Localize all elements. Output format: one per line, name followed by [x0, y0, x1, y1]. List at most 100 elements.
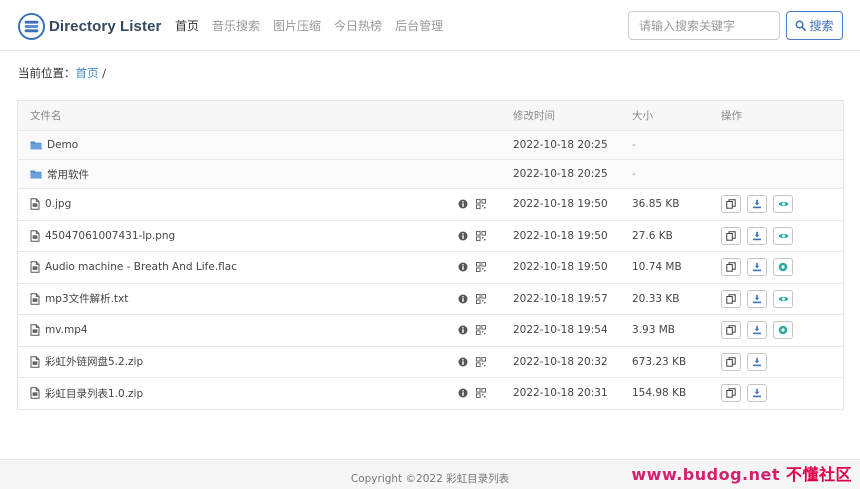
file-name-cell[interactable]: mv.mp4 [30, 315, 88, 346]
download-button[interactable] [747, 352, 767, 371]
row-actions [721, 252, 799, 283]
file-meta-actions [458, 378, 486, 409]
file-name[interactable]: 0.jpg [45, 198, 71, 210]
modified-time: 2022-10-18 19:54 [513, 324, 608, 337]
table-row[interactable]: Audio machine - Breath And Life.flac 2022… [18, 251, 843, 283]
watermark-url: www.budog.net [631, 465, 780, 484]
copy-link-button[interactable] [721, 352, 741, 371]
file-meta-actions [458, 347, 486, 378]
file-meta-actions [458, 221, 486, 252]
watermark-cn: 不懂社区 [785, 465, 852, 484]
info-icon[interactable] [458, 262, 468, 272]
info-icon[interactable] [458, 325, 468, 335]
file-size: - [632, 139, 636, 151]
info-icon[interactable] [458, 388, 468, 398]
watermark: www.budog.net 不懂社区 [631, 461, 852, 485]
nav-item-hot-list[interactable]: 今日热榜 [334, 17, 382, 34]
file-meta-actions [458, 284, 486, 315]
play-button[interactable] [773, 258, 793, 277]
file-size: 3.93 MB [632, 324, 675, 337]
download-icon [752, 325, 762, 335]
folder-name-cell[interactable]: 常用软件 [30, 160, 89, 188]
folder-name-cell[interactable]: Demo [30, 131, 78, 159]
search-button[interactable]: 搜索 [786, 11, 843, 40]
table-row[interactable]: 45047061007431-lp.png 2022-10-18 19:50 27.… [18, 219, 843, 252]
nav-item-home[interactable]: 首页 [175, 17, 199, 34]
folder-name[interactable]: 常用软件 [47, 167, 89, 182]
info-icon[interactable] [458, 357, 468, 367]
qrcode-icon[interactable] [476, 388, 486, 399]
download-button[interactable] [747, 226, 767, 245]
logo-icon [18, 12, 45, 40]
search-button-label: 搜索 [809, 19, 834, 33]
copy-link-button[interactable] [721, 195, 741, 214]
header-name: 文件名 [30, 110, 62, 122]
search-input[interactable] [628, 11, 780, 40]
breadcrumb-home[interactable]: 首页 [76, 66, 99, 80]
file-name[interactable]: Audio machine - Breath And Life.flac [45, 261, 237, 273]
image-file-icon [30, 229, 40, 242]
video-file-icon [30, 324, 40, 337]
preview-button[interactable] [773, 289, 793, 308]
table-row[interactable]: mp3文件解析.txt 2022-10-18 19:57 20.33 KB [18, 282, 843, 315]
copy-link-button[interactable] [721, 384, 741, 403]
file-name-cell[interactable]: Audio machine - Breath And Life.flac [30, 252, 237, 283]
file-size: 27.6 KB [632, 229, 673, 242]
eye-icon [778, 200, 789, 208]
table-row[interactable]: 常用软件 2022-10-18 20:25 - [18, 159, 843, 188]
copy-icon [726, 262, 736, 272]
copy-link-button[interactable] [721, 226, 741, 245]
file-name[interactable]: mp3文件解析.txt [45, 291, 128, 306]
image-file-icon [30, 198, 40, 211]
folder-name[interactable]: Demo [47, 139, 78, 151]
download-icon [752, 199, 762, 209]
table-row[interactable]: Demo 2022-10-18 20:25 - [18, 130, 843, 159]
copy-link-button[interactable] [721, 289, 741, 308]
nav-item-admin[interactable]: 后台管理 [395, 17, 443, 34]
download-button[interactable] [747, 289, 767, 308]
table-row[interactable]: 0.jpg 2022-10-18 19:50 36.85 KB [18, 188, 843, 220]
table-row[interactable]: 彩虹目录列表1.0.zip 2022-10-18 20:31 154.98 KB [18, 377, 843, 409]
copy-icon [726, 231, 736, 241]
file-name[interactable]: 彩虹目录列表1.0.zip [45, 386, 143, 401]
nav-item-image-compress[interactable]: 图片压缩 [273, 17, 321, 34]
info-icon[interactable] [458, 231, 468, 241]
download-button[interactable] [747, 258, 767, 277]
file-name[interactable]: 彩虹外链网盘5.2.zip [45, 354, 143, 369]
brand[interactable]: Directory Lister [18, 12, 161, 40]
file-name[interactable]: mv.mp4 [45, 324, 88, 336]
file-name-cell[interactable]: mp3文件解析.txt [30, 284, 128, 315]
preview-button[interactable] [773, 195, 793, 214]
file-size: 36.85 KB [632, 198, 680, 211]
file-size: 20.33 KB [632, 292, 680, 305]
file-name-cell[interactable]: 0.jpg [30, 189, 71, 220]
info-icon[interactable] [458, 199, 468, 209]
table-row[interactable]: 彩虹外链网盘5.2.zip 2022-10-18 20:32 673.23 KB [18, 345, 843, 378]
row-actions [721, 315, 799, 346]
file-name-cell[interactable]: 45047061007431-lp.png [30, 221, 175, 252]
copy-link-button[interactable] [721, 321, 741, 340]
download-button[interactable] [747, 321, 767, 340]
qrcode-icon[interactable] [476, 199, 486, 210]
qrcode-icon[interactable] [476, 230, 486, 241]
file-name[interactable]: 45047061007431-lp.png [45, 230, 175, 242]
qrcode-icon[interactable] [476, 356, 486, 367]
breadcrumb-prefix: 当前位置： [18, 66, 76, 80]
nav-item-music-search[interactable]: 音乐搜索 [212, 17, 260, 34]
preview-button[interactable] [773, 226, 793, 245]
download-icon [752, 262, 762, 272]
modified-time: 2022-10-18 19:50 [513, 229, 608, 242]
modified-time: 2022-10-18 19:50 [513, 261, 608, 274]
info-icon[interactable] [458, 294, 468, 304]
search-icon [796, 20, 807, 31]
qrcode-icon[interactable] [476, 325, 486, 336]
download-button[interactable] [747, 384, 767, 403]
qrcode-icon[interactable] [476, 262, 486, 273]
file-name-cell[interactable]: 彩虹目录列表1.0.zip [30, 378, 143, 409]
play-button[interactable] [773, 321, 793, 340]
file-name-cell[interactable]: 彩虹外链网盘5.2.zip [30, 347, 143, 378]
table-row[interactable]: mv.mp4 2022-10-18 19:54 3.93 MB [18, 314, 843, 346]
download-button[interactable] [747, 195, 767, 214]
qrcode-icon[interactable] [476, 293, 486, 304]
copy-link-button[interactable] [721, 258, 741, 277]
